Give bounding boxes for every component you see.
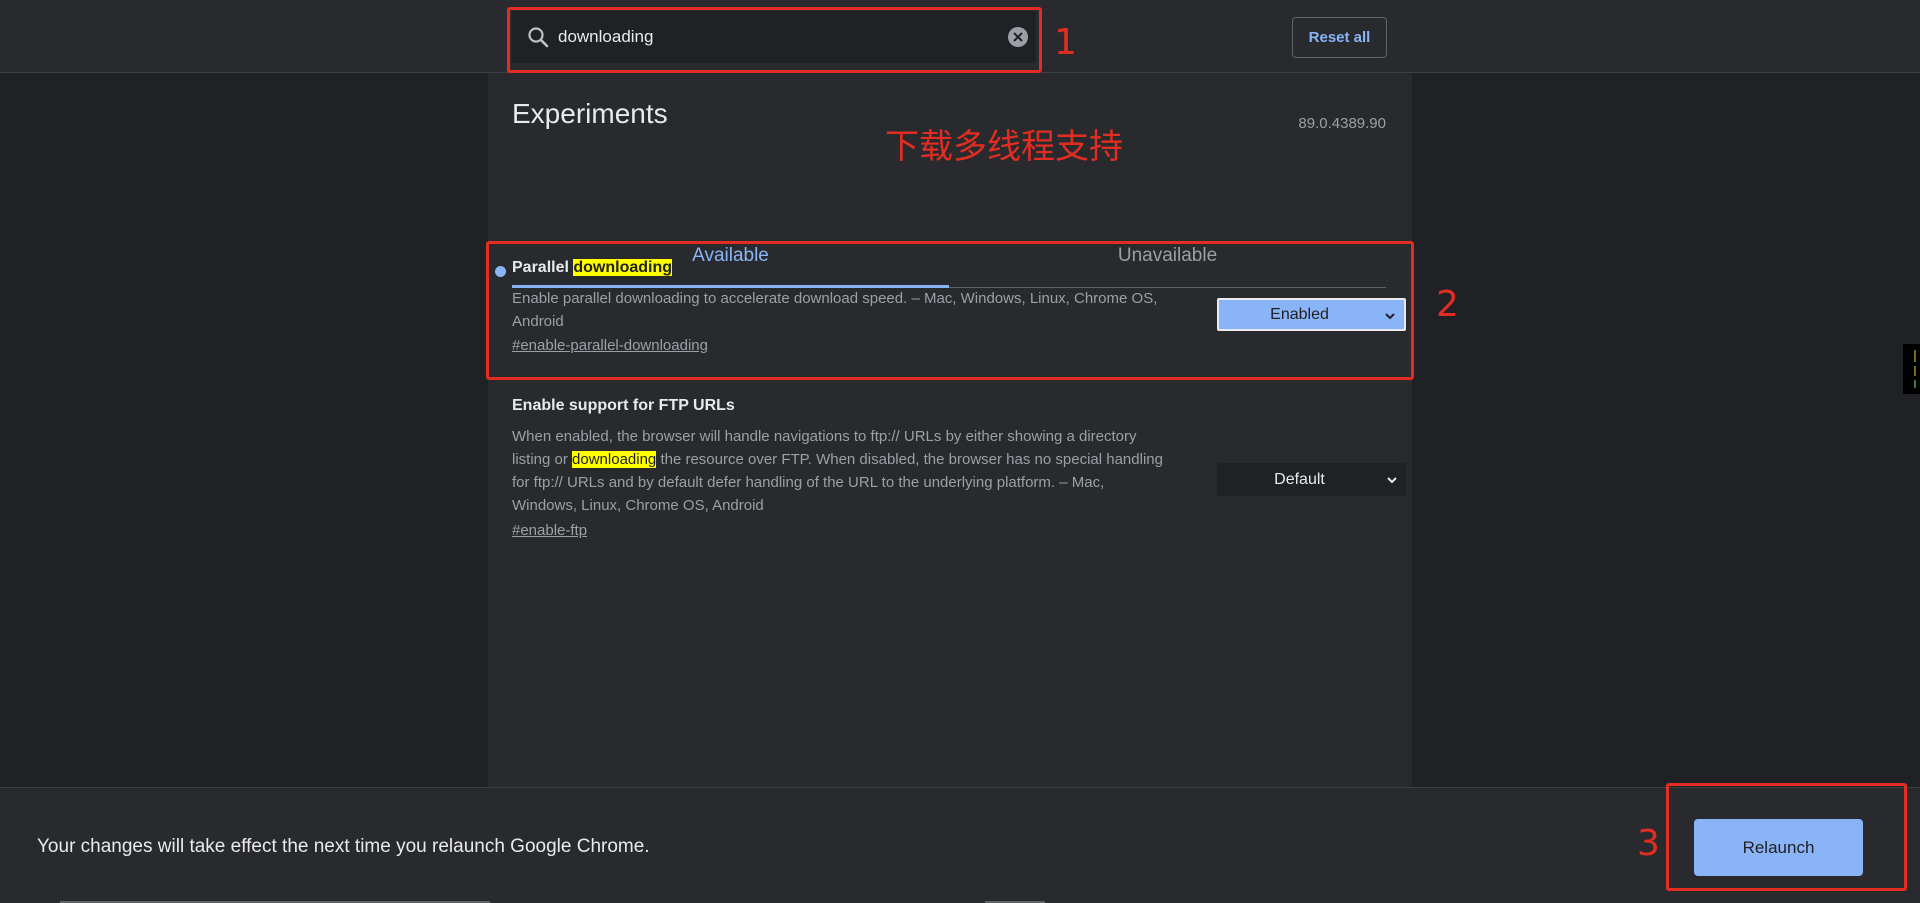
chevron-down-icon: [1387, 477, 1397, 484]
search-match-highlight: downloading: [572, 451, 657, 468]
relaunch-footer: Your changes will take effect the next t…: [0, 787, 1920, 903]
annotation-note: 下载多线程支持: [885, 127, 1123, 167]
version-label: 89.0.4389.90: [1298, 115, 1386, 132]
experiment-name: Enable support for FTP URLs: [512, 397, 735, 414]
page-title: Experiments: [512, 98, 668, 129]
annotation-box-search: [507, 7, 1042, 73]
experiment-description: When enabled, the browser will handle na…: [512, 425, 1172, 517]
annotation-number-2: 2: [1436, 284, 1459, 325]
annotation-number-3: 3: [1637, 823, 1660, 864]
annotation-box-relaunch: [1666, 783, 1907, 891]
scrollbar-markers[interactable]: [1903, 344, 1920, 394]
relaunch-message: Your changes will take effect the next t…: [37, 836, 650, 857]
reset-all-button[interactable]: Reset all: [1292, 17, 1387, 58]
select-value: Default: [1274, 471, 1325, 488]
experiment-state-select[interactable]: Default: [1217, 463, 1406, 496]
experiment-link[interactable]: #enable-ftp: [512, 522, 587, 539]
experiments-panel: Experiments 89.0.4389.90 Available Unava…: [488, 73, 1412, 787]
annotation-box-experiment: [486, 241, 1414, 380]
annotation-number-1: 1: [1054, 22, 1077, 63]
